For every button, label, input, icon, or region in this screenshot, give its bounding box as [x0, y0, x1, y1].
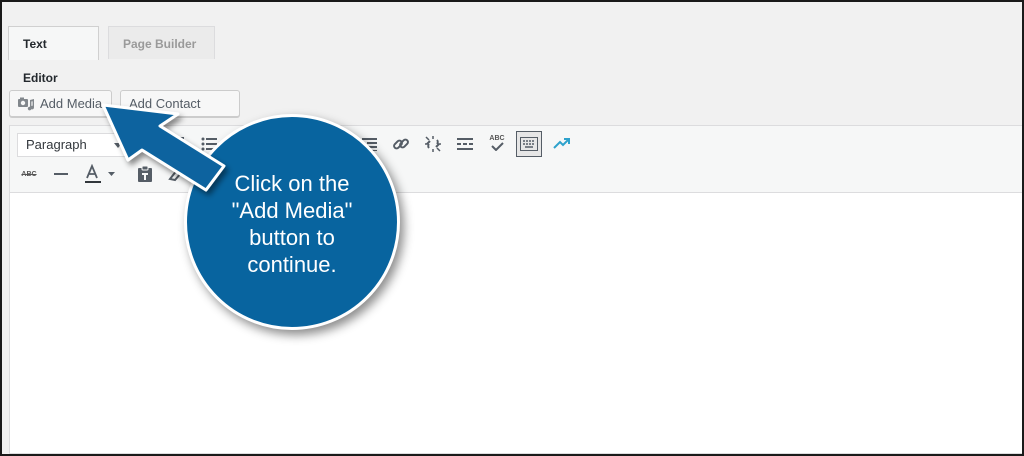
read-more-icon	[457, 138, 473, 150]
toolbar-toggle-icon	[520, 137, 538, 151]
screenshot-frame: Text Editor Page Builder Add Media Add C…	[0, 0, 1024, 456]
spellcheck-label: ABC	[489, 135, 505, 142]
unlink-button[interactable]	[420, 131, 446, 157]
callout-arrow-icon	[101, 103, 226, 192]
distraction-free-icon	[553, 138, 570, 149]
spellcheck-button[interactable]: ABC	[484, 130, 510, 156]
distraction-free-button[interactable]	[548, 131, 574, 157]
spellcheck-icon	[491, 142, 504, 151]
unlink-icon	[425, 136, 441, 152]
read-more-button[interactable]	[452, 131, 478, 157]
toolbar-toggle-button[interactable]	[516, 131, 542, 157]
